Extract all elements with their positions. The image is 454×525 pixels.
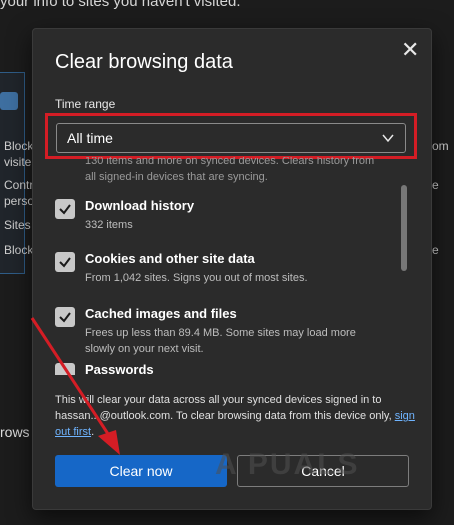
- checkmark-icon: [59, 257, 71, 268]
- chevron-down-icon: [382, 134, 394, 143]
- sync-info-text: This will clear your data across all you…: [55, 392, 415, 440]
- item-desc: Frees up less than 89.4 MB. Some sites m…: [85, 327, 356, 355]
- background-text: e: [432, 243, 439, 257]
- background-text: visite: [4, 155, 32, 169]
- checkbox-download-history[interactable]: [55, 199, 75, 219]
- time-range-select[interactable]: All time: [56, 123, 406, 153]
- time-range-value: All time: [67, 130, 113, 146]
- close-icon[interactable]: ✕: [401, 37, 419, 63]
- item-desc: From 1,042 sites. Signs you out of most …: [85, 272, 308, 284]
- background-text: om: [432, 139, 449, 153]
- faded-description: all signed-in devices that are syncing.: [85, 171, 268, 183]
- background-text: Block: [4, 139, 34, 153]
- background-text: rows: [0, 424, 30, 440]
- checkmark-icon: [59, 204, 71, 215]
- item-title: Cookies and other site data: [85, 251, 255, 266]
- checkbox-passwords[interactable]: [55, 363, 75, 375]
- faded-description: 130 items and more on synced devices. Cl…: [85, 157, 375, 167]
- item-title: Cached images and files: [85, 306, 237, 321]
- background-description: your info to sites you haven't visited.: [0, 0, 241, 10]
- checkmark-icon: [59, 312, 71, 323]
- info-end: .: [91, 426, 95, 438]
- item-title: Passwords: [85, 362, 154, 375]
- dialog-title: Clear browsing data: [55, 51, 233, 73]
- time-range-label: Time range: [55, 97, 116, 111]
- clear-browsing-data-dialog: Clear browsing data ✕ Time range All tim…: [32, 28, 432, 510]
- checkbox-cookies[interactable]: [55, 252, 75, 272]
- data-types-list[interactable]: 130 items and more on synced devices. Cl…: [33, 157, 431, 375]
- background-text: perso: [4, 194, 35, 208]
- clear-now-button[interactable]: Clear now: [55, 455, 227, 487]
- scale-icon: [0, 92, 18, 110]
- background-text: e: [432, 178, 439, 192]
- background-text: Sites: [4, 218, 31, 232]
- item-title: Download history: [85, 198, 195, 213]
- background-text: Block: [4, 243, 34, 257]
- cancel-button[interactable]: Cancel: [237, 455, 409, 487]
- scrollbar[interactable]: [401, 185, 407, 271]
- background-text: Contr: [4, 178, 34, 192]
- checkbox-cached-images[interactable]: [55, 307, 75, 327]
- background-header: your info to sites you haven't visited.: [0, 0, 454, 20]
- info-text: This will clear your data across all you…: [55, 394, 392, 422]
- item-desc: 332 items: [85, 219, 133, 231]
